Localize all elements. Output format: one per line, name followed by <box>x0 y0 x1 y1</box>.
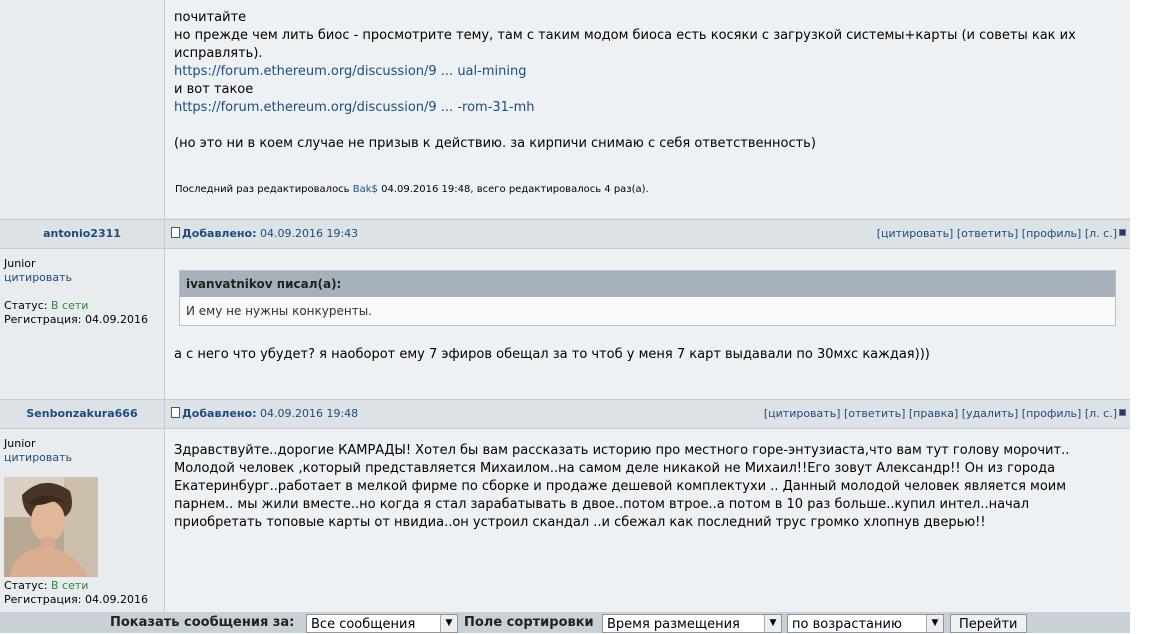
post2-actions: [цитировать] [ответить] [профиль] [л. с.… <box>877 220 1126 248</box>
edit-button[interactable]: [правка] <box>909 407 958 420</box>
sort-order-value: по возрастанию <box>792 617 902 632</box>
online-square-icon <box>1119 229 1126 236</box>
edit-note-user[interactable]: Bak$ <box>353 184 378 195</box>
edit-note-suffix: 04.09.2016 19:48, всего редактировалось … <box>381 184 649 195</box>
chevron-down-icon: ▼ <box>440 615 457 632</box>
column-divider <box>164 399 165 612</box>
reply-button[interactable]: [ответить] <box>957 227 1018 240</box>
post1-text: почитайте но прежде чем лить биос - прос… <box>174 9 1104 153</box>
post3-username[interactable]: Senbonzakura666 <box>26 407 137 420</box>
sort-field-select[interactable]: Время размещения ▼ <box>602 614 782 633</box>
chevron-down-icon: ▼ <box>926 615 943 632</box>
pm-button[interactable]: [л. с.] <box>1085 227 1117 240</box>
quote-button[interactable]: [цитировать] <box>877 227 954 240</box>
post1-line: исправлять). <box>174 46 263 61</box>
reg-label: Регистрация: <box>4 593 82 606</box>
post1-link-1[interactable]: https://forum.ethereum.org/discussion/9 … <box>174 64 526 79</box>
post2-quote: ivanvatnikov писал(а): И ему не нужны ко… <box>179 270 1116 326</box>
reg-label: Регистрация: <box>4 313 82 326</box>
post3-line: Молодой человек ,который представляется … <box>174 461 1056 476</box>
avatar[interactable] <box>4 477 98 577</box>
post3-posted: Добавлено: 04.09.2016 19:48 <box>171 400 358 428</box>
user-quote-link[interactable]: цитировать <box>4 451 72 464</box>
post2-posted: Добавлено: 04.09.2016 19:43 <box>171 220 358 248</box>
online-square-icon <box>1119 409 1126 416</box>
post1-disclaimer: (но это ни в коем случае не призыв к дей… <box>174 136 816 151</box>
posted-date: 04.09.2016 19:43 <box>260 227 359 240</box>
post2-user-header: antonio2311 <box>0 219 164 249</box>
post-icon[interactable] <box>171 227 180 238</box>
show-posts-value: Все сообщения <box>311 617 416 632</box>
profile-button[interactable]: [профиль] <box>1022 227 1082 240</box>
post3-actions: [цитировать] [ответить] [правка] [удалит… <box>764 400 1126 428</box>
posted-label: Добавлено: <box>182 407 257 420</box>
status-label: Статус: <box>4 299 48 312</box>
post2-username[interactable]: antonio2311 <box>43 227 121 240</box>
sort-field-value: Время размещения <box>607 617 740 632</box>
delete-button[interactable]: [удалить] <box>962 407 1019 420</box>
page-margin <box>1130 0 1163 633</box>
post1-link-2[interactable]: https://forum.ethereum.org/discussion/9 … <box>174 100 535 115</box>
status-value: В сети <box>51 299 89 312</box>
column-divider <box>164 219 165 399</box>
quote-author: ivanvatnikov писал(а): <box>180 271 1115 297</box>
chevron-down-icon: ▼ <box>764 615 781 632</box>
status-label: Статус: <box>4 579 48 592</box>
pm-button[interactable]: [л. с.] <box>1085 407 1117 420</box>
display-options-bar: Показать сообщения за: Все сообщения ▼ П… <box>0 612 1130 633</box>
posted-label: Добавлено: <box>182 227 257 240</box>
post1-line: и вот такое <box>174 82 254 97</box>
post2-header: Добавлено: 04.09.2016 19:43 [цитировать]… <box>165 219 1130 249</box>
post1-line: почитайте <box>174 10 247 25</box>
quote-text: И ему не нужны конкуренты. <box>186 304 372 318</box>
post3-line: Здравствуйте..дорогие КАМРАДЫ! Хотел бы … <box>174 443 1070 458</box>
post3-body: Здравствуйте..дорогие КАМРАДЫ! Хотел бы … <box>174 442 1104 532</box>
post3-header: Добавлено: 04.09.2016 19:48 [цитировать]… <box>165 399 1130 429</box>
post2-body: а с него что убудет? я наоборот ему 7 эф… <box>174 347 930 362</box>
post3-line: парнем.. мы жили вместе..но когда я стал… <box>174 497 1030 512</box>
show-posts-select[interactable]: Все сообщения ▼ <box>306 614 458 633</box>
user-rank: Junior <box>4 437 36 450</box>
sort-order-select[interactable]: по возрастанию ▼ <box>787 614 944 633</box>
post3-user-header: Senbonzakura666 <box>0 399 164 429</box>
post2-userinfo: Junior цитировать Статус: В сети Регистр… <box>4 257 148 327</box>
post-icon[interactable] <box>171 407 180 418</box>
avatar-image <box>4 477 98 577</box>
user-quote-link[interactable]: цитировать <box>4 271 72 284</box>
quote-button[interactable]: [цитировать] <box>764 407 841 420</box>
post1-line: но прежде чем лить биос - просмотрите те… <box>174 28 1076 43</box>
reply-button[interactable]: [ответить] <box>844 407 905 420</box>
edit-note-prefix: Последний раз редактировалось <box>175 184 350 195</box>
profile-button[interactable]: [профиль] <box>1022 407 1082 420</box>
post1-edit-note: Последний раз редактировалось Bak$ 04.09… <box>175 181 1105 199</box>
show-posts-label: Показать сообщения за: <box>110 615 295 630</box>
forum-thread: почитайте но прежде чем лить биос - прос… <box>0 0 1130 633</box>
reg-value: 04.09.2016 <box>84 313 148 326</box>
user-rank: Junior <box>4 257 36 270</box>
go-button[interactable]: Перейти <box>950 614 1027 633</box>
posted-date: 04.09.2016 19:48 <box>260 407 359 420</box>
reg-value: 04.09.2016 <box>84 593 148 606</box>
sort-field-label: Поле сортировки <box>464 615 594 630</box>
column-divider <box>164 0 165 218</box>
post1-user-column <box>0 0 164 218</box>
post3-line: Екатеринбург..работает в мелкой фирме по… <box>174 479 1067 494</box>
status-value: В сети <box>51 579 89 592</box>
post3-userinfo: Junior цитировать <box>4 437 72 465</box>
post3-userinfo-status: Статус: В сети Регистрация: 04.09.2016 <box>4 579 148 607</box>
post3-line: приобретать топовые карты от нвидиа..он … <box>174 515 986 530</box>
